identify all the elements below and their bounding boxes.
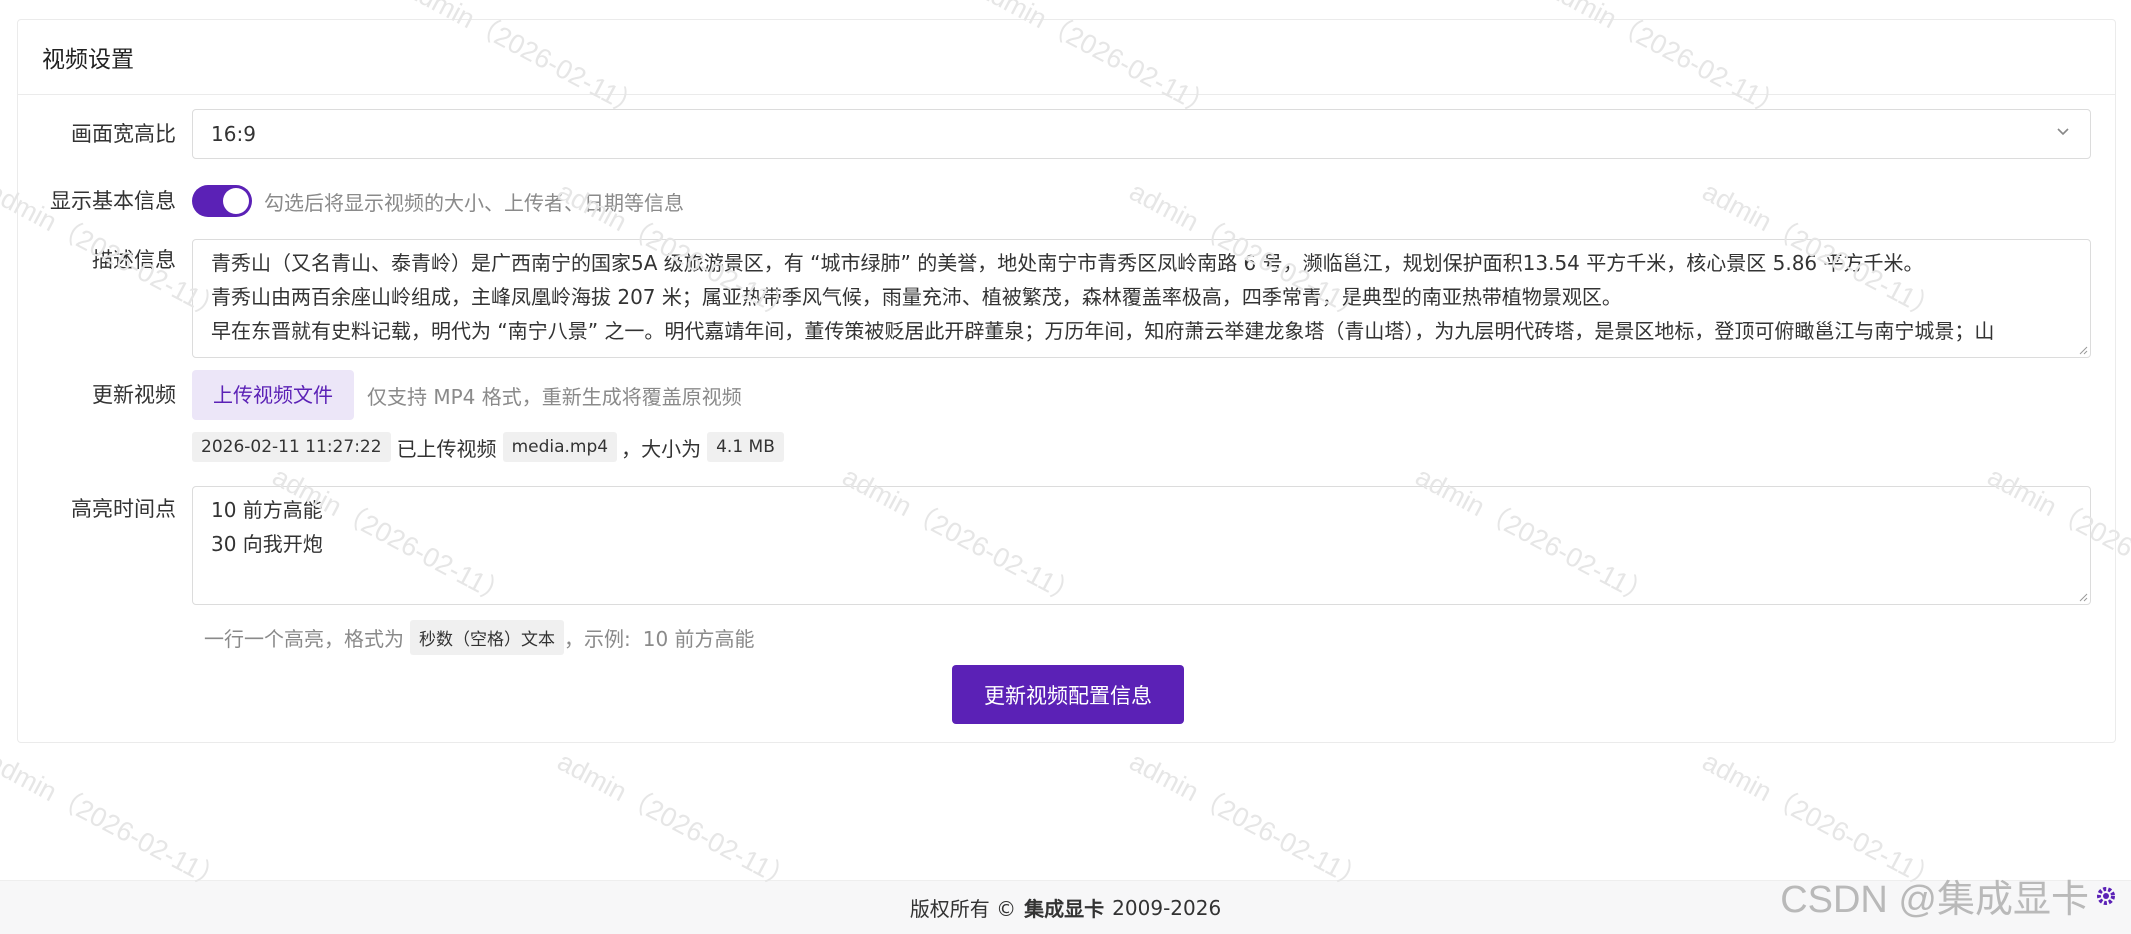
- highlights-textarea[interactable]: 10 前方高能 30 向我开炮: [192, 486, 2091, 605]
- csdn-watermark: CSDN @集成显卡: [1780, 879, 2089, 921]
- upload-video-button[interactable]: 上传视频文件: [192, 370, 354, 420]
- update-video-row: 更新视频 上传视频文件 仅支持 MP4 格式，重新生成将覆盖原视频: [18, 370, 2115, 420]
- gear-icon[interactable]: [2095, 885, 2117, 907]
- aspect-row: 画面宽高比 16:9: [18, 109, 2115, 159]
- chevron-down-icon: [2057, 128, 2069, 136]
- description-line: 青秀山（又名青山、泰青岭）是广西南宁的国家5A 级旅游景区，有 “城市绿肺” 的…: [211, 251, 1924, 275]
- update-video-label: 更新视频: [92, 383, 176, 407]
- uploaded-filename: media.mp4: [502, 432, 618, 462]
- aspect-select[interactable]: 16:9: [192, 109, 2091, 159]
- toggle-knob: [223, 188, 249, 214]
- size-text: ，大小为: [621, 436, 702, 461]
- card-title: 视频设置: [18, 20, 2115, 95]
- help-format-tag: 秒数（空格）文本: [410, 619, 564, 655]
- highlights-row: 高亮时间点 10 前方高能 30 向我开炮: [18, 486, 2115, 605]
- aspect-value: 16:9: [211, 122, 256, 146]
- help-suffix: ，示例:: [564, 626, 631, 651]
- resize-handle-icon[interactable]: [2078, 592, 2088, 602]
- footer-brand: 集成显卡: [1024, 897, 1105, 921]
- uploaded-size: 4.1 MB: [707, 432, 784, 462]
- basic-info-hint: 勾选后将显示视频的大小、上传者、日期等信息: [264, 190, 684, 215]
- help-prefix: 一行一个高亮，格式为: [204, 626, 404, 651]
- resize-handle-icon[interactable]: [2078, 345, 2088, 355]
- description-line: 青秀山由两百余座山岭组成，主峰凤凰岭海拔 207 米；属亚热带季风气候，雨量充沛…: [211, 285, 1622, 309]
- watermark: admin（2026-02-11）: [0, 746, 230, 897]
- upload-hint: 仅支持 MP4 格式，重新生成将覆盖原视频: [367, 384, 742, 409]
- description-row: 描述信息 青秀山（又名青山、泰青岭）是广西南宁的国家5A 级旅游景区，有 “城市…: [18, 239, 2115, 358]
- basic-info-toggle[interactable]: [192, 185, 252, 217]
- video-settings-card: 视频设置 画面宽高比 16:9 显示基本信息 勾选后将显示视频的大小、上传者、日…: [17, 19, 2116, 743]
- description-textarea[interactable]: 青秀山（又名青山、泰青岭）是广西南宁的国家5A 级旅游景区，有 “城市绿肺” 的…: [192, 239, 2091, 358]
- copyright-prefix: 版权所有 ©: [909, 897, 1017, 921]
- watermark: admin（2026-02-11）: [1124, 746, 1372, 897]
- aspect-label: 画面宽高比: [71, 122, 176, 146]
- description-label: 描述信息: [92, 248, 176, 272]
- highlights-label: 高亮时间点: [71, 497, 176, 521]
- footer-years: 2009-2026: [1112, 895, 1222, 920]
- highlight-line: 10 前方高能: [211, 498, 323, 522]
- update-config-button[interactable]: 更新视频配置信息: [952, 665, 1184, 724]
- watermark: admin（2026-02-11）: [552, 746, 800, 897]
- upload-timestamp: 2026-02-11 11:27:22: [192, 432, 391, 462]
- description-line: 早在东晋就有史料记载，明代为 “南宁八景” 之一。明代嘉靖年间，董传策被贬居此开…: [211, 319, 1995, 343]
- highlight-line: 30 向我开炮: [211, 532, 323, 556]
- help-example: 10 前方高能: [642, 626, 755, 651]
- basic-info-row: 显示基本信息 勾选后将显示视频的大小、上传者、日期等信息: [18, 185, 2115, 217]
- basic-info-label: 显示基本信息: [50, 189, 176, 213]
- uploaded-text: 已上传视频: [396, 436, 497, 461]
